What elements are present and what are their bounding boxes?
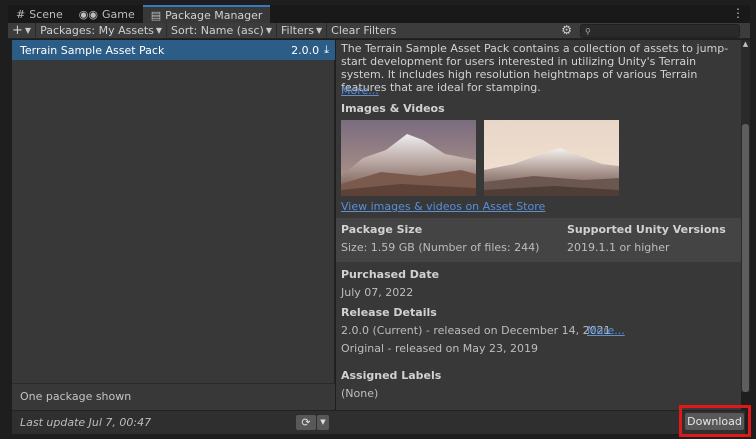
tab-package-manager-label: Package Manager	[165, 8, 263, 22]
scrollbar-thumb[interactable]	[742, 124, 749, 392]
gamepad-icon: ◉◉	[78, 7, 98, 21]
sort-dropdown[interactable]: Sort: Name (asc) ▼	[167, 22, 278, 39]
search-box[interactable]: ⚲	[580, 24, 740, 38]
chevron-down-icon: ▼	[24, 26, 32, 35]
package-manager-window: # Scene ◉◉ Game ▤ Package Manager ⋮ + ▼ …	[0, 0, 756, 439]
filters-dropdown[interactable]: Filters ▼	[277, 22, 328, 39]
sort-dropdown-label: Sort: Name (asc)	[171, 24, 264, 37]
refresh-button[interactable]: ⟳	[296, 415, 316, 430]
unity-versions-value: 2019.1.1 or higher	[567, 241, 670, 254]
package-size-section: Package Size Size: 1.59 GB (Number of fi…	[336, 218, 741, 262]
chevron-down-icon: ▼	[155, 26, 163, 35]
images-videos-title: Images & Videos	[341, 102, 445, 115]
window-tab-bar: # Scene ◉◉ Game ▤ Package Manager ⋮	[8, 5, 750, 23]
release-details-title: Release Details	[341, 306, 437, 319]
package-size-title: Package Size	[341, 223, 423, 236]
packages-dropdown[interactable]: Packages: My Assets ▼	[36, 22, 168, 39]
chevron-down-icon: ▼	[316, 26, 323, 35]
chevron-down-icon: ▼	[320, 418, 326, 426]
last-update-text: Last update Jul 7, 00:47	[20, 416, 152, 429]
assigned-labels-value: (None)	[341, 387, 379, 400]
package-details: The Terrain Sample Asset Pack contains a…	[336, 40, 741, 410]
package-size-value: Size: 1.59 GB (Number of files: 244)	[341, 241, 540, 254]
bottom-status-bar: Last update Jul 7, 00:47 ⟳ ▼	[12, 410, 745, 434]
clear-filters-label: Clear Filters	[331, 24, 397, 37]
tab-package-manager[interactable]: ▤ Package Manager	[142, 5, 271, 23]
view-media-link[interactable]: View images & videos on Asset Store	[341, 200, 545, 213]
purchased-date-title: Purchased Date	[341, 268, 440, 281]
filters-dropdown-label: Filters	[281, 24, 314, 37]
tab-game-label: Game	[101, 7, 135, 21]
download-button[interactable]: Download	[685, 413, 744, 430]
details-scrollbar[interactable]: ▲	[741, 40, 750, 392]
tab-scene[interactable]: # Scene	[8, 5, 71, 23]
package-count-status: One package shown	[12, 383, 335, 409]
package-version: 2.0.0	[291, 43, 320, 57]
terrain-screenshot-2[interactable]	[484, 120, 619, 196]
toolbar: + ▼ Packages: My Assets ▼ Sort: Name (as…	[8, 22, 750, 39]
purchased-date-value: July 07, 2022	[341, 286, 414, 299]
unity-versions-title: Supported Unity Versions	[567, 223, 726, 236]
window-menu-icon[interactable]: ⋮	[732, 6, 744, 20]
chevron-down-icon: ▼	[265, 26, 273, 35]
download-arrow-icon: ⤓	[324, 43, 329, 56]
grid-icon: #	[16, 7, 26, 21]
package-list: Terrain Sample Asset Pack 2.0.0 ⤓	[12, 40, 335, 410]
refresh-icon: ⟳	[301, 416, 311, 429]
package-icon: ▤	[150, 8, 162, 22]
tab-game[interactable]: ◉◉ Game	[71, 5, 143, 23]
release-current: 2.0.0 (Current) - released on December 1…	[341, 324, 611, 337]
release-more-link[interactable]: More...	[587, 324, 625, 337]
clear-filters-button[interactable]: Clear Filters	[327, 23, 400, 39]
search-icon: ⚲	[585, 26, 591, 36]
terrain-screenshot-1[interactable]	[341, 120, 476, 196]
refresh-dropdown-button[interactable]: ▼	[317, 415, 329, 430]
release-original: Original - released on May 23, 2019	[341, 342, 539, 355]
gear-icon[interactable]: ⚙	[561, 23, 572, 37]
add-label: +	[12, 23, 23, 38]
package-description: The Terrain Sample Asset Pack contains a…	[341, 42, 729, 94]
scroll-up-icon[interactable]: ▲	[741, 40, 750, 50]
search-input[interactable]	[594, 25, 735, 37]
tab-scene-label: Scene	[29, 7, 63, 21]
description-more-link[interactable]: More...	[341, 84, 379, 97]
packages-dropdown-label: Packages: My Assets	[40, 24, 154, 37]
assigned-labels-title: Assigned Labels	[341, 369, 442, 382]
package-count-text: One package shown	[20, 390, 132, 403]
package-list-item[interactable]: Terrain Sample Asset Pack 2.0.0 ⤓	[12, 40, 335, 60]
add-package-button[interactable]: + ▼	[8, 22, 37, 39]
package-name: Terrain Sample Asset Pack	[20, 43, 165, 57]
